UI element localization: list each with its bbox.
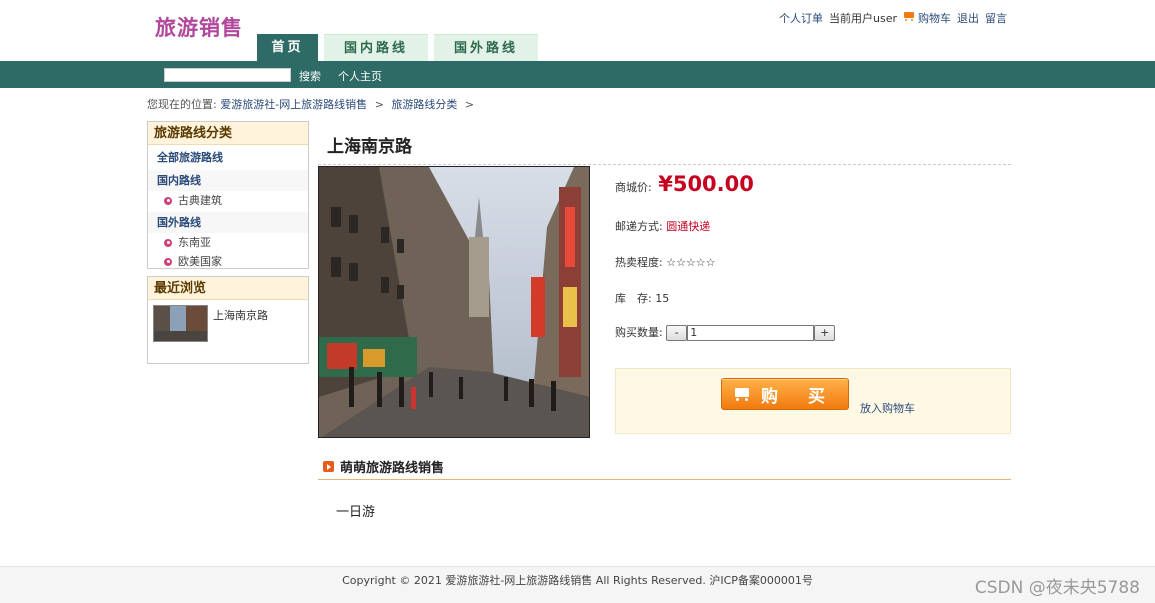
recent-item-title[interactable]: 上海南京路 [213,307,268,342]
breadcrumb-item-categories[interactable]: 旅游路线分类 [391,98,457,111]
buy-button-label: 购 买 [761,386,837,407]
breadcrumb: 您现在的位置: 爱游旅游社-网上旅游路线销售 > 旅游路线分类 > [147,96,478,112]
breadcrumb-prefix: 您现在的位置: [147,98,217,111]
subcategory-label: 东南亚 [178,236,211,249]
top-links: 个人订单 当前用户user 购物车 退出 留言 [779,10,1007,26]
product-image[interactable] [318,166,590,438]
category-all[interactable]: 全部旅游路线 [148,147,308,168]
popularity-row: 热卖程度: ☆☆☆☆☆ [615,254,716,270]
price-value: ¥500.00 [658,172,754,196]
logout-link[interactable]: 退出 [957,10,979,26]
watermark: CSDN @夜未央5788 [974,578,1140,598]
recent-panel: 最近浏览 上海南京路 [147,276,309,364]
subcategory-label: 古典建筑 [178,194,222,207]
popularity-stars: ☆☆☆☆☆ [666,256,716,269]
cart-icon [733,386,753,402]
street-photo [319,167,589,437]
product-title: 上海南京路 [327,137,412,157]
buy-panel: 购 买 放入购物车 [615,368,1011,434]
bullet-icon [164,257,172,266]
shipping-label: 邮递方式: [615,220,663,233]
arrow-icon [323,461,334,472]
quantity-label: 购买数量: [615,326,663,339]
recent-panel-title: 最近浏览 [148,277,308,300]
section-title: 萌萌旅游路线销售 [340,461,445,476]
quantity-increase-button[interactable]: + [814,325,836,341]
title-divider [318,164,1011,165]
current-user-text: 当前用户user [829,12,897,25]
cart-link-label: 购物车 [918,12,951,25]
tab-international[interactable]: 国外路线 [434,34,538,61]
breadcrumb-separator: > [374,98,384,111]
section-divider [318,479,1011,480]
personal-home-link[interactable]: 个人主页 [338,68,382,84]
stock-value: 15 [655,292,670,305]
subcategory-item[interactable]: 古典建筑 [148,191,308,210]
subcategory-item[interactable]: 欧美国家 [148,252,308,271]
shipping-row: 邮递方式: 圆通快递 [615,218,710,234]
stock-label: 库 存: [615,292,652,305]
breadcrumb-item-site[interactable]: 爱游旅游社-网上旅游路线销售 [220,98,367,111]
search-button[interactable]: 搜索 [299,68,321,84]
tab-home[interactable]: 首页 [257,34,318,61]
category-domestic[interactable]: 国内路线 [148,170,308,191]
category-international[interactable]: 国外路线 [148,212,308,233]
product-description: 一日游 [336,505,376,520]
subcategory-label: 欧美国家 [178,255,222,268]
subcategory-item[interactable]: 东南亚 [148,233,308,252]
site-logo[interactable]: 旅游销售 [155,12,243,42]
quantity-row: 购买数量: -1 + [615,324,836,341]
price-row: 商城价: ¥500.00 [615,172,754,196]
breadcrumb-separator: > [464,98,475,111]
quantity-input[interactable]: 1 [687,325,815,341]
quantity-decrease-button[interactable]: - [666,325,688,341]
nav-bar: 搜索 个人主页 [0,61,1155,88]
popularity-label: 热卖程度: [615,256,663,269]
shipping-value: 圆通快递 [666,220,711,233]
bullet-icon [164,238,172,247]
cart-icon [903,11,916,22]
footer-copyright: Copyright © 2021 爱游旅游社-网上旅游路线销售 All Righ… [342,574,813,587]
add-to-cart-link[interactable]: 放入购物车 [860,400,915,416]
cart-link[interactable]: 购物车 [903,10,951,26]
search-input[interactable] [164,68,291,82]
orders-link[interactable]: 个人订单 [779,10,823,26]
tab-domestic[interactable]: 国内路线 [324,34,428,61]
buy-button[interactable]: 购 买 [721,378,849,410]
section-header: 萌萌旅游路线销售 [323,457,444,476]
main-tabs: 首页 国内路线 国外路线 [257,34,538,61]
stock-row: 库 存: 15 [615,290,669,306]
price-label: 商城价: [615,181,652,194]
category-panel: 旅游路线分类 全部旅游路线 国内路线 古典建筑 国外路线 东南亚 欧美国家 [147,121,309,269]
message-link[interactable]: 留言 [985,10,1007,26]
recent-thumbnail[interactable] [153,305,208,342]
category-panel-title: 旅游路线分类 [148,122,308,145]
bullet-icon [164,196,172,205]
recent-item[interactable]: 上海南京路 [148,300,308,347]
